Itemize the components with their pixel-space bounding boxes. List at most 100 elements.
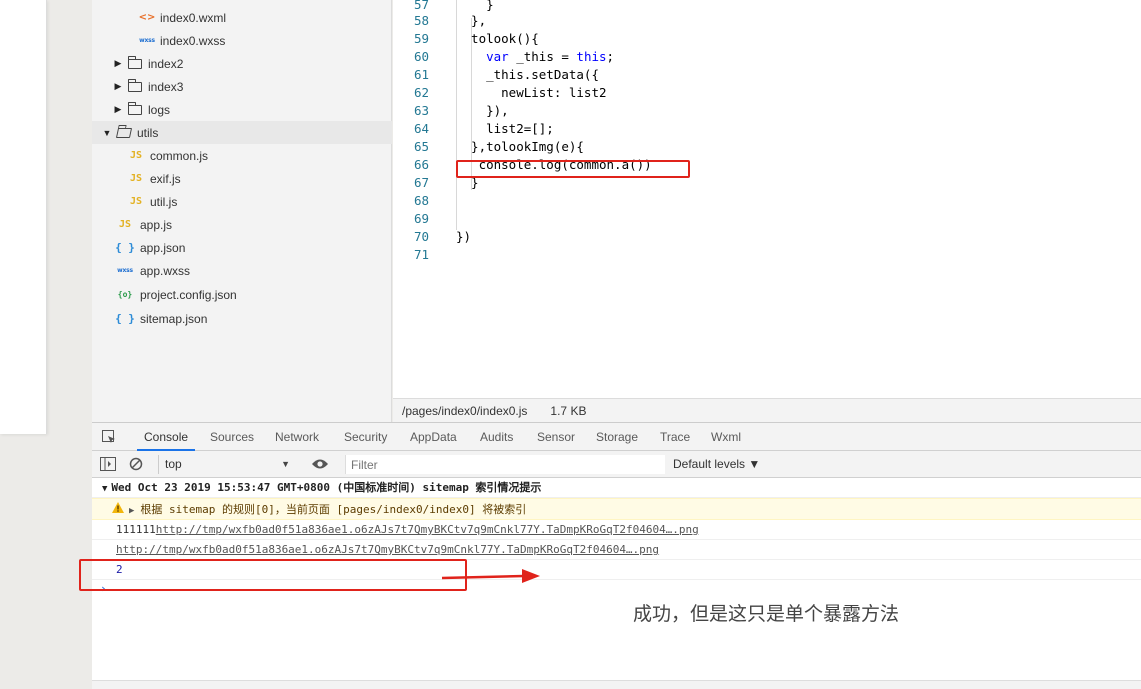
tree-item-label: exif.js [150, 171, 181, 186]
levels-dropdown[interactable]: Default levels ▼ [673, 451, 760, 478]
group-header-text: Wed Oct 23 2019 15:53:47 GMT+0800 (中国标准时… [111, 481, 542, 494]
chevron-right-icon[interactable]: ▶ [112, 58, 124, 69]
inspect-icon[interactable] [101, 423, 117, 451]
log-group-header[interactable]: ▼ Wed Oct 23 2019 15:53:47 GMT+0800 (中国标准… [92, 478, 1141, 498]
annotation-arrow-icon [441, 569, 540, 583]
editor-status-bar: /pages/index0/index0.js 1.7 KB [393, 398, 1141, 422]
tree-item-label: app.js [140, 217, 173, 232]
code-line: 70}) [413, 229, 472, 244]
tree-item-label: sitemap.json [140, 311, 208, 326]
tab-trace[interactable]: Trace [660, 423, 690, 451]
tab-storage[interactable]: Storage [596, 423, 638, 451]
tree-folder-utils[interactable]: ▼ utils [92, 121, 392, 144]
eye-icon[interactable] [311, 457, 329, 474]
tree-item-exif-js[interactable]: JS exif.js [92, 167, 392, 190]
code-line: 68 [413, 193, 429, 208]
tree-item-sitemap-json[interactable]: { } sitemap.json [92, 307, 392, 330]
sidebar-toggle-icon[interactable] [100, 457, 116, 474]
tree-item-common-js[interactable]: JS common.js [92, 144, 392, 167]
filter-input[interactable] [345, 455, 665, 474]
wxss-icon: wxss [117, 267, 133, 274]
js-icon: JS [129, 196, 143, 207]
code-editor[interactable]: 57 } 58 }, 59 tolook(){ 60 var _this = t… [393, 0, 1141, 398]
simulator-panel [0, 0, 47, 434]
tree-item-label: logs [148, 102, 171, 117]
chevron-right-icon[interactable]: ▶ [112, 81, 124, 92]
tab-security[interactable]: Security [344, 423, 387, 451]
tree-item-label: index0.wxss [160, 33, 226, 48]
tab-console[interactable]: Console [137, 423, 196, 451]
wxss-icon: wxss [139, 37, 155, 44]
tab-sources[interactable]: Sources [210, 423, 254, 451]
json-icon: { } [115, 241, 135, 254]
tab-audits[interactable]: Audits [480, 423, 513, 451]
tree-item-label: app.json [140, 240, 186, 255]
xml-icon: <> [138, 12, 156, 23]
devtools-panel: Console Sources Network Security AppData… [92, 422, 1141, 689]
tree-item-app-wxss[interactable]: wxss app.wxss [92, 259, 392, 282]
code-line: 63 }), [413, 103, 509, 118]
tree-item-app-json[interactable]: { } app.json [92, 236, 392, 259]
chevron-down-icon: ▼ [281, 459, 290, 469]
tab-sensor[interactable]: Sensor [537, 423, 575, 451]
highlight-box-result [79, 559, 467, 591]
code-line: 59 tolook(){ [413, 31, 539, 46]
code-line: 69 [413, 211, 429, 226]
tree-item-label: utils [137, 125, 159, 140]
bottom-strip [92, 680, 1141, 689]
js-icon: JS [118, 219, 132, 230]
log-link[interactable]: http://tmp/wxfb0ad0f51a836ae1.o6zAJs7t7Q… [156, 523, 699, 536]
tree-item-label: index3 [148, 79, 184, 94]
code-line: 71 [413, 247, 429, 262]
chevron-down-icon: ▼ [102, 484, 108, 494]
tree-folder-index3[interactable]: ▶ index3 [92, 75, 392, 98]
chevron-right-icon[interactable]: ▶ [112, 104, 124, 115]
console-toolbar: top ▼ Default levels ▼ [92, 451, 1141, 478]
code-line: 58 }, [413, 13, 487, 28]
clear-console-icon[interactable] [129, 457, 143, 474]
tree-folder-logs[interactable]: ▶ logs [92, 98, 392, 121]
js-icon: JS [129, 173, 143, 184]
json-icon: { } [115, 312, 135, 325]
folder-icon [128, 101, 142, 115]
config-icon: {o} [117, 290, 133, 299]
tab-network[interactable]: Network [275, 423, 319, 451]
context-selector[interactable]: top ▼ [158, 455, 296, 474]
tree-item-label: index0.wxml [160, 10, 227, 25]
code-line: 61 _this.setData({ [413, 67, 599, 82]
tree-item-project-config[interactable]: {o} project.config.json [92, 283, 392, 306]
tree-item-app-js[interactable]: JS app.js [92, 213, 392, 236]
chevron-right-icon: ▶ [129, 506, 135, 516]
folder-icon [128, 55, 142, 69]
tab-wxml[interactable]: Wxml [711, 423, 741, 451]
log-row: 111111http://tmp/wxfb0ad0f51a836ae1.o6zA… [92, 520, 1141, 540]
tab-appdata[interactable]: AppData [410, 423, 457, 451]
log-link[interactable]: http://tmp/wxfb0ad0f51a836ae1.o6zAJs7t7Q… [116, 543, 659, 556]
chevron-down-icon[interactable]: ▼ [101, 128, 113, 138]
tree-item-label: common.js [150, 148, 209, 163]
highlight-box-code [456, 160, 690, 178]
tree-item-label: util.js [150, 194, 178, 209]
tree-item-index0-wxss[interactable]: wxss index0.wxss [92, 29, 392, 52]
js-icon: JS [129, 150, 143, 161]
tree-item-util-js[interactable]: JS util.js [92, 190, 392, 213]
warning-text: 根据 sitemap 的规则[0]，当前页面 [pages/index0/ind… [140, 503, 527, 516]
code-line: 62 newList: list2 [413, 85, 607, 100]
file-size: 1.7 KB [550, 403, 587, 418]
tree-item-label: project.config.json [140, 287, 237, 302]
folder-open-icon [115, 127, 133, 138]
annotation-note: 成功，但是这只是单个暴露方法 [633, 603, 900, 625]
tree-item-label: app.wxss [140, 263, 191, 278]
tree-item-index0-wxml[interactable]: <> index0.wxml [92, 6, 392, 29]
context-value: top [165, 457, 182, 471]
tree-folder-index2[interactable]: ▶ index2 [92, 52, 392, 75]
warning-row[interactable]: ▶ 根据 sitemap 的规则[0]，当前页面 [pages/index0/in… [92, 498, 1141, 520]
log-row: http://tmp/wxfb0ad0f51a836ae1.o6zAJs7t7Q… [92, 540, 1141, 560]
tree-item-label: index2 [148, 56, 184, 71]
warning-icon [112, 499, 124, 521]
log-text: 111111 [116, 523, 156, 536]
file-tree: <> index0.wxml wxss index0.wxss ▶ index2… [92, 0, 392, 422]
folder-icon [128, 78, 142, 92]
code-line: 65 },tolookImg(e){ [413, 139, 584, 154]
code-line: 64 list2=[]; [413, 121, 554, 136]
